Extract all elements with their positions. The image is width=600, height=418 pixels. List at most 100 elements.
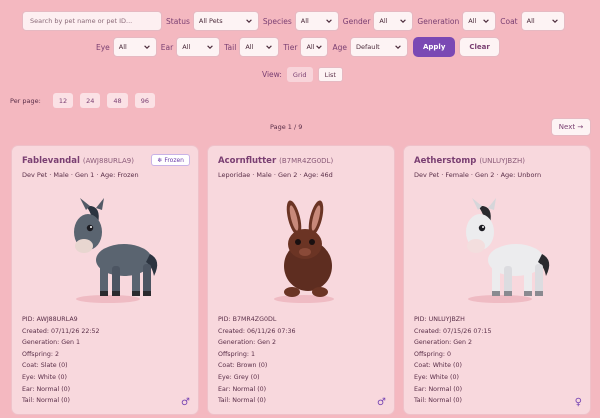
- status-value: All Pets: [198, 17, 223, 25]
- gender-value: All: [379, 17, 388, 25]
- pet-coat: Coat: Slate (0): [22, 362, 68, 370]
- chevron-down-icon: [265, 43, 273, 51]
- status-select[interactable]: All Pets: [192, 11, 259, 31]
- species-value: All: [300, 17, 309, 25]
- age-label: Age: [332, 42, 347, 52]
- pet-ear: Ear: Normal (0): [414, 385, 463, 393]
- pet-eye: Eye: White (0): [414, 373, 459, 381]
- chevron-down-icon: [482, 17, 490, 25]
- pet-created: Created: 07/11/26 22:52: [22, 327, 100, 335]
- search-input[interactable]: Search by pet name or pet ID...: [22, 11, 162, 31]
- pet-card[interactable]: Fablevandal (AWJ88URLA9) Dev Pet · Male ·…: [11, 145, 199, 415]
- female-icon: ♀: [574, 397, 582, 408]
- chevron-down-icon: [399, 17, 407, 25]
- pet-tail: Tail: Normal (0): [414, 397, 462, 405]
- pet-tail: Tail: Normal (0): [22, 397, 70, 405]
- ear-value: All: [182, 43, 191, 51]
- pet-offspring: Offspring: 2: [22, 350, 60, 358]
- gender-label: Gender: [342, 16, 371, 26]
- per-page-24[interactable]: 24: [80, 93, 101, 108]
- pet-pid: PID: B7MR4ZG0DL: [218, 316, 277, 323]
- coat-label: Coat: [500, 16, 518, 26]
- per-page-48[interactable]: 48: [107, 93, 128, 108]
- pet-image: [74, 198, 158, 303]
- pet-image: [466, 198, 550, 303]
- generation-select[interactable]: All: [462, 11, 497, 31]
- per-page-label: Per page:: [10, 96, 41, 105]
- status-badge: ❄ Frozen: [151, 154, 190, 166]
- pet-eye: Eye: Grey (0): [218, 373, 260, 381]
- pet-name[interactable]: Acornflutter (B7MR4ZG0DL): [218, 156, 333, 166]
- chevron-down-icon: [551, 17, 559, 25]
- pet-generation: Generation: Gen 1: [22, 339, 81, 347]
- pet-details: PID: AWJ88URLA9 Created: 07/11/26 22:52 …: [22, 314, 192, 407]
- gender-select[interactable]: All: [373, 11, 414, 31]
- pet-code: (UNLUYJBZH): [479, 157, 526, 165]
- next-page-button[interactable]: Next →: [551, 118, 591, 136]
- view-list-button[interactable]: List: [317, 67, 343, 82]
- tail-select[interactable]: All: [239, 37, 280, 57]
- per-page-96[interactable]: 96: [134, 93, 155, 108]
- eye-value: All: [118, 43, 127, 51]
- pet-pid: PID: UNLUYJBZH: [414, 316, 465, 323]
- pet-code: (AWJ88URLA9): [82, 157, 134, 165]
- per-page-12[interactable]: 12: [52, 93, 74, 108]
- pet-code: (B7MR4ZG0DL): [279, 157, 334, 165]
- apply-button[interactable]: Apply: [412, 37, 456, 57]
- tail-label: Tail: [224, 42, 237, 52]
- pet-ear: Ear: Normal (0): [218, 385, 267, 393]
- page-indicator: Page 1 / 9: [270, 123, 303, 131]
- pet-card[interactable]: Aetherstomp (UNLUYJBZH) Dev Pet · Female …: [403, 145, 591, 415]
- pet-subtitle: Dev Pet · Male · Gen 1 · Age: Frozen: [22, 171, 139, 179]
- chevron-down-icon: [143, 43, 151, 51]
- species-label: Species: [262, 16, 292, 26]
- tier-value: All: [306, 43, 315, 51]
- chevron-down-icon: [206, 43, 214, 51]
- coat-value: All: [526, 17, 535, 25]
- tier-select[interactable]: All: [300, 37, 329, 57]
- pet-coat: Coat: Brown (0): [218, 362, 268, 370]
- pet-offspring: Offspring: 0: [414, 350, 452, 358]
- chevron-down-icon: [325, 17, 333, 25]
- pet-subtitle: Dev Pet · Female · Gen 2 · Age: Unborn: [414, 171, 542, 179]
- pet-image: [274, 200, 334, 303]
- pet-created: Created: 06/11/26 07:36: [218, 327, 296, 335]
- age-value: Default: [355, 43, 380, 51]
- pet-details: PID: B7MR4ZG0DL Created: 06/11/26 07:36 …: [218, 314, 388, 407]
- view-label: View:: [262, 70, 282, 79]
- eye-label: Eye: [96, 42, 110, 52]
- pet-generation: Generation: Gen 2: [218, 339, 277, 347]
- pet-pid: PID: AWJ88URLA9: [22, 316, 78, 323]
- chevron-down-icon: [315, 43, 323, 51]
- clear-button[interactable]: Clear: [459, 37, 500, 57]
- male-icon: ♂: [377, 397, 386, 408]
- pet-card[interactable]: Acornflutter (B7MR4ZG0DL) Leporidae · Mal…: [207, 145, 395, 415]
- male-icon: ♂: [181, 397, 190, 408]
- pet-details: PID: UNLUYJBZH Created: 07/15/26 07:15 G…: [414, 314, 584, 407]
- pet-name-text: Acornflutter: [218, 156, 277, 166]
- ear-label: Ear: [160, 42, 174, 52]
- pet-name-text: Aetherstomp: [414, 156, 477, 166]
- generation-label: Generation: [417, 16, 460, 26]
- age-select[interactable]: Default: [349, 37, 408, 57]
- pet-name-text: Fablevandal: [22, 156, 80, 166]
- view-grid-button[interactable]: Grid: [286, 67, 313, 82]
- pet-coat: Coat: White (0): [414, 362, 462, 370]
- tail-value: All: [245, 43, 254, 51]
- chevron-down-icon: [394, 43, 402, 51]
- pet-tail: Tail: Normal (0): [218, 397, 266, 405]
- pet-eye: Eye: White (0): [22, 373, 67, 381]
- ear-select[interactable]: All: [176, 37, 221, 57]
- coat-select[interactable]: All: [520, 11, 565, 31]
- pet-created: Created: 07/15/26 07:15: [414, 327, 492, 335]
- pet-name[interactable]: Aetherstomp (UNLUYJBZH): [414, 156, 525, 166]
- pet-ear: Ear: Normal (0): [22, 385, 71, 393]
- pet-name[interactable]: Fablevandal (AWJ88URLA9): [22, 156, 134, 166]
- tier-label: Tier: [283, 42, 298, 52]
- pet-subtitle: Leporidae · Male · Gen 2 · Age: 46d: [218, 171, 333, 179]
- eye-select[interactable]: All: [112, 37, 157, 57]
- species-select[interactable]: All: [294, 11, 339, 31]
- pet-generation: Generation: Gen 2: [414, 339, 473, 347]
- chevron-down-icon: [245, 17, 253, 25]
- status-label: Status: [166, 16, 190, 26]
